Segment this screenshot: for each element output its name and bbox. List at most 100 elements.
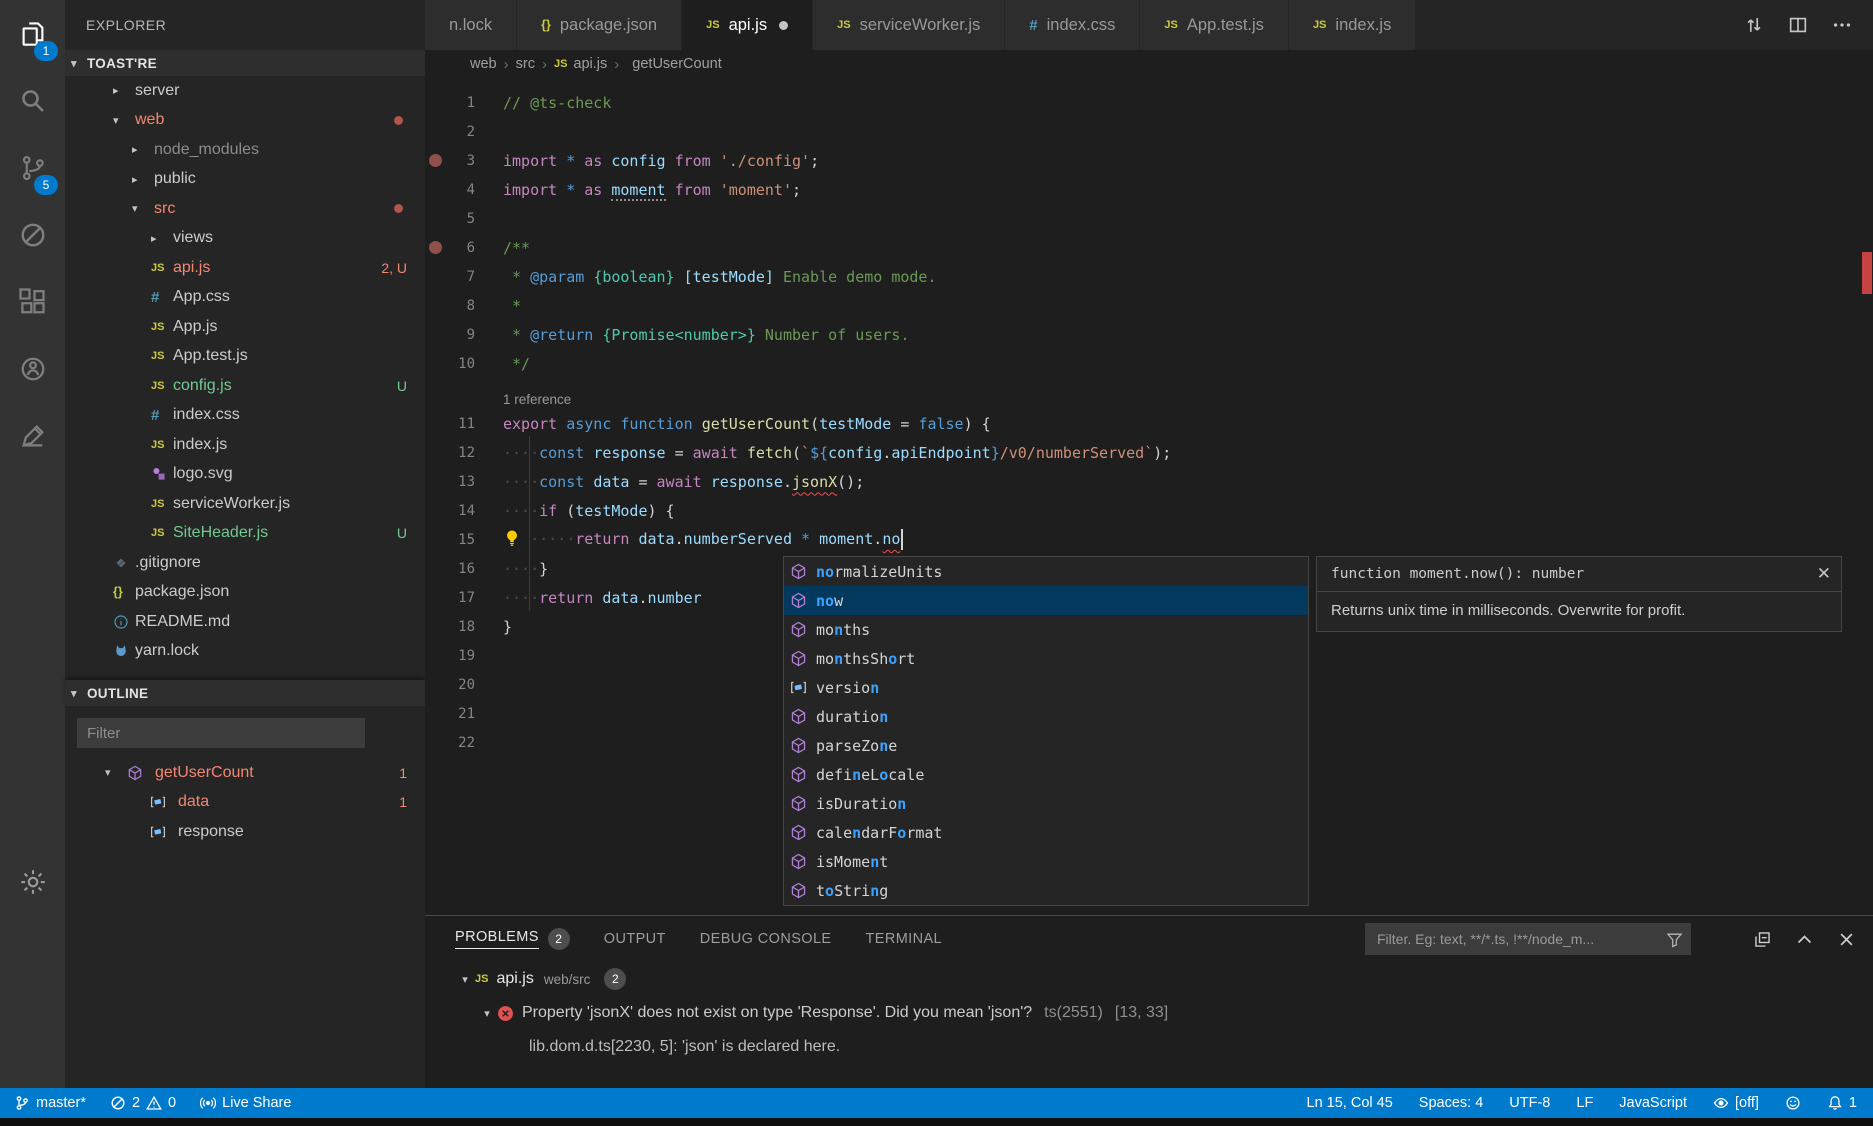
activity-item-edit-tools[interactable] [0,402,65,469]
status-feedback[interactable] [1785,1095,1801,1111]
code-line-14[interactable]: 14····if (testMode) { [425,496,1859,525]
tree-item-yarn-lock[interactable]: yarn.lock [65,637,425,667]
suggest-item-months[interactable]: months [784,615,1308,644]
code-line-7[interactable]: 7 * @param {boolean} [testMode] Enable d… [425,262,1859,291]
tree-item-serviceworker-js[interactable]: JSserviceWorker.js [65,489,425,519]
code-line-15[interactable]: 15········return data.numberServed * mom… [425,525,1859,554]
breakpoint[interactable] [429,154,442,167]
section-header-project[interactable]: ▾ TOAST'RE [65,50,425,76]
tree-item-public[interactable]: ▸public [65,165,425,195]
activity-item-live-share[interactable] [0,335,65,402]
outline-item-data[interactable]: data1 [65,788,425,818]
tree-item-node-modules[interactable]: ▸node_modules [65,135,425,165]
tree-item-readme-md[interactable]: README.md [65,607,425,637]
problem-file-row[interactable]: ▾JSapi.jsweb/src2 [425,962,1873,996]
panel-tab-output[interactable]: OUTPUT [604,916,666,962]
tree-item-siteheader-js[interactable]: JSSiteHeader.jsU [65,519,425,549]
breadcrumb-item-web[interactable]: web [470,56,497,72]
tree-item-web[interactable]: ▾web [65,106,425,136]
code-line-1[interactable]: 1// @ts-check [425,88,1859,117]
collapse-all-button[interactable] [1747,924,1777,954]
codelens[interactable]: 1 reference [425,378,1859,409]
problem-related-row[interactable]: lib.dom.d.ts[2230, 5]: 'json' is declare… [425,1030,1873,1064]
suggest-item-version[interactable]: version [784,673,1308,702]
code-line-2[interactable]: 2 [425,117,1859,146]
tree-item-app-js[interactable]: JSApp.js [65,312,425,342]
lightbulb-icon[interactable] [503,529,529,551]
status-indentation[interactable]: Spaces: 4 [1419,1095,1484,1111]
tab-index-css[interactable]: #index.css [1005,0,1140,50]
code-line-6[interactable]: 6/** [425,233,1859,262]
activity-item-search[interactable] [0,67,65,134]
code-line-9[interactable]: 9 * @return {Promise<number>} Number of … [425,320,1859,349]
activity-item-explorer[interactable]: 1 [0,0,65,67]
code-line-5[interactable]: 5 [425,204,1859,233]
status-cursor-position[interactable]: Ln 15, Col 45 [1307,1095,1393,1111]
tree-item-app-test-js[interactable]: JSApp.test.js [65,342,425,372]
tab-api-js[interactable]: JSapi.js [682,0,813,50]
status-git-branch[interactable]: master* [14,1095,86,1111]
suggest-item-definelocale[interactable]: defineLocale [784,760,1308,789]
breadcrumb-item-api-js[interactable]: JSapi.js [554,56,607,72]
activity-item-source-control[interactable]: 5 [0,134,65,201]
tree-item-config-js[interactable]: JSconfig.jsU [65,371,425,401]
tree-item-package-json[interactable]: {}package.json [65,578,425,608]
status-notifications[interactable]: 1 [1827,1095,1857,1111]
code-line-12[interactable]: 12····const response = await fetch(`${co… [425,438,1859,467]
suggest-item-tostring[interactable]: toString [784,876,1308,905]
code-line-11[interactable]: 11export async function getUserCount(tes… [425,409,1859,438]
status-live-share[interactable]: Live Share [200,1095,291,1111]
tree-item-views[interactable]: ▸views [65,224,425,254]
tree-item-index-css[interactable]: #index.css [65,401,425,431]
maximize-panel-button[interactable] [1789,924,1819,954]
breadcrumb-item-src[interactable]: src [516,56,535,72]
close-icon[interactable]: ✕ [1817,564,1831,584]
tree-item-logo-svg[interactable]: logo.svg [65,460,425,490]
status-eol[interactable]: LF [1576,1095,1593,1111]
suggest-item-now[interactable]: now [784,586,1308,615]
breakpoint[interactable] [429,241,442,254]
settings-gear-button[interactable] [0,858,65,906]
open-changes-button[interactable] [1737,8,1771,42]
tree-item-src[interactable]: ▾src [65,194,425,224]
code-line-4[interactable]: 4import * as moment from 'moment'; [425,175,1859,204]
suggest-item-monthsshort[interactable]: monthsShort [784,644,1308,673]
status-screencast-mode[interactable]: [off] [1713,1095,1759,1111]
tree-item-app-css[interactable]: #App.css [65,283,425,313]
suggest-item-duration[interactable]: duration [784,702,1308,731]
status-problems-summary[interactable]: 20 [110,1095,176,1111]
code-line-10[interactable]: 10 */ [425,349,1859,378]
suggest-item-isduration[interactable]: isDuration [784,789,1308,818]
tree-item-index-js[interactable]: JSindex.js [65,430,425,460]
suggest-item-ismoment[interactable]: isMoment [784,847,1308,876]
outline-filter-input[interactable] [77,718,365,748]
activity-item-debug[interactable] [0,201,65,268]
tab-index-js[interactable]: JSindex.js [1289,0,1416,50]
activity-item-extensions[interactable] [0,268,65,335]
split-editor-button[interactable] [1781,8,1815,42]
tab-app-test-js[interactable]: JSApp.test.js [1140,0,1289,50]
tab-n-lock[interactable]: n.lock [425,0,517,50]
status-language-mode[interactable]: JavaScript [1619,1095,1687,1111]
outline-item-getusercount[interactable]: ▾getUserCount1 [65,758,425,788]
more-actions-button[interactable] [1825,8,1859,42]
tree-item-server[interactable]: ▸server [65,76,425,106]
tree-item-api-js[interactable]: JSapi.js2, U [65,253,425,283]
problems-filter-input[interactable] [1375,930,1666,948]
panel-tab-problems[interactable]: PROBLEMS2 [455,916,570,962]
code-line-13[interactable]: 13····const data = await response.jsonX(… [425,467,1859,496]
status-encoding[interactable]: UTF-8 [1509,1095,1550,1111]
breadcrumb-item-getusercount[interactable]: getUserCount [626,56,721,72]
suggest-item-normalizeunits[interactable]: normalizeUnits [784,557,1308,586]
outline-item-response[interactable]: response [65,817,425,847]
problem-row[interactable]: ▾Property 'jsonX' does not exist on type… [425,996,1873,1030]
section-header-outline[interactable]: ▾ OUTLINE [65,680,425,706]
code-line-3[interactable]: 3import * as config from './config'; [425,146,1859,175]
tree-item--gitignore[interactable]: .gitignore [65,548,425,578]
close-panel-button[interactable] [1831,924,1861,954]
tab-package-json[interactable]: {}package.json [517,0,682,50]
panel-tab-debug-console[interactable]: DEBUG CONSOLE [700,916,832,962]
suggest-item-calendarformat[interactable]: calendarFormat [784,818,1308,847]
code-line-8[interactable]: 8 * [425,291,1859,320]
suggest-item-parsezone[interactable]: parseZone [784,731,1308,760]
